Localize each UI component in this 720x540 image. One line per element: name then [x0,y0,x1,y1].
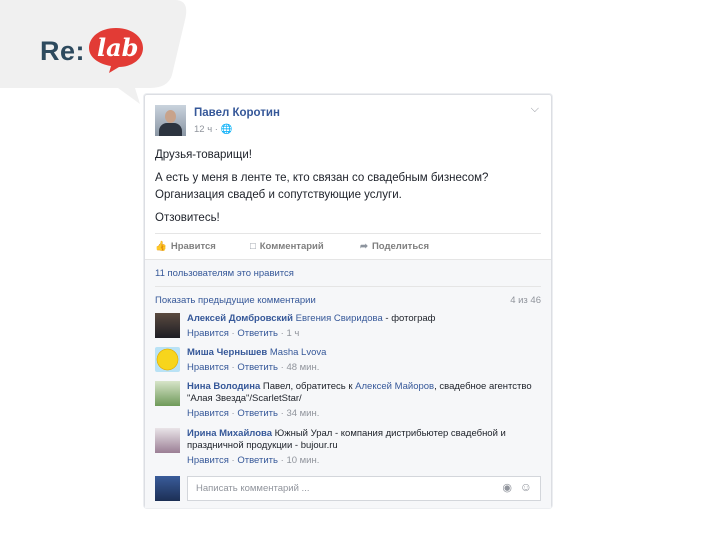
comment-like-link[interactable]: Нравится [187,328,229,339]
comment-time[interactable]: 1 ч [286,328,299,339]
comment-actions: Нравится · Ответить · 10 мин. [187,455,320,466]
comment-actions: Нравится · Ответить · 34 мин. [187,408,320,419]
divider [155,286,541,287]
write-comment-row: Написать комментарий ... ◉ ☺ [155,476,541,501]
comment-button[interactable]: □ Комментарий [250,241,324,252]
globe-icon: 🌐 [220,124,233,135]
avatar [155,476,180,501]
comments-section: 11 пользователям это нравится Показать п… [145,259,551,508]
comment-reply-link[interactable]: Ответить [237,328,278,339]
commenter-name[interactable]: Нина Володина [187,381,260,392]
commenter-name[interactable]: Алексей Домбровский [187,313,293,324]
comment-reply-link[interactable]: Ответить [237,408,278,419]
post-card: ⌵ Павел Коротин 12 ч · 🌐 Друзья-товарищи… [144,94,552,508]
comment-icon: □ [250,241,256,252]
share-button[interactable]: ➦ Поделиться [360,241,429,252]
comment-text: Миша Чернышев Masha Lvova Нравится · Отв… [187,347,539,374]
commenter-name[interactable]: Ирина Михайлова [187,428,272,439]
comment-actions: Нравится · Ответить · 1 ч [187,328,300,339]
comment-text: Алексей Домбровский Евгения Свиридова - … [187,313,539,340]
author-avatar[interactable] [155,105,186,136]
mention-link[interactable]: Masha Lvova [270,347,327,358]
comment-count: 4 из 46 [510,295,541,306]
post-line: А есть у меня в ленте те, кто связан со … [155,172,489,184]
mention-link[interactable]: Евгения Свиридова [296,313,383,324]
comment-like-link[interactable]: Нравится [187,408,229,419]
comment-actions: Нравится · Ответить · 48 мин. [187,362,320,373]
comment-input-placeholder: Написать комментарий ... [196,483,310,494]
comment-time[interactable]: 10 мин. [286,455,319,466]
post-meta: 12 ч · 🌐 [194,124,232,135]
avatar[interactable] [155,347,180,372]
avatar[interactable] [155,428,180,453]
comment-reply-link[interactable]: Ответить [237,455,278,466]
emoji-icon[interactable]: ☺ [520,480,532,494]
comment-text: Нина Володина Павел, обратитесь к Алексе… [187,381,539,420]
post-header: ⌵ Павел Коротин 12 ч · 🌐 Друзья-товарищи… [145,95,551,259]
like-button[interactable]: 👍 Нравится [155,241,216,252]
avatar[interactable] [155,381,180,406]
comment-time[interactable]: 34 мин. [286,408,319,419]
post-author[interactable]: Павел Коротин [194,107,280,119]
likes-summary-link[interactable]: 11 пользователям это нравится [155,268,294,279]
commenter-name[interactable]: Миша Чернышев [187,347,267,358]
comment-text: Ирина Михайлова Южный Урал - компания ди… [187,428,539,467]
comment-like-link[interactable]: Нравится [187,455,229,466]
post-line: Отзовитесь! [155,212,220,224]
logo-lab-badge: lab [87,26,145,74]
avatar[interactable] [155,313,180,338]
comment-time[interactable]: 48 мин. [286,362,319,373]
post-line: Друзья-товарищи! [155,149,252,161]
post-body: Друзья-товарищи! А есть у меня в ленте т… [155,147,535,233]
thumbs-up-icon: 👍 [155,241,167,252]
comment-like-link[interactable]: Нравится [187,362,229,373]
post-line: Организация свадеб и сопутствующие услуг… [155,189,402,201]
logo-re: Re: [40,36,86,66]
chevron-down-icon[interactable]: ⌵ [531,103,539,116]
logo-lab-text: lab [97,33,139,62]
comment-reply-link[interactable]: Ответить [237,362,278,373]
camera-icon[interactable]: ◉ [502,481,512,494]
share-icon: ➦ [360,241,368,252]
post-time[interactable]: 12 ч · [194,124,221,135]
comment-input[interactable]: Написать комментарий ... ◉ ☺ [187,476,541,501]
post-actions: 👍 Нравится □ Комментарий ➦ Поделиться [155,233,541,256]
mention-link[interactable]: Алексей Майоров [355,381,434,392]
show-previous-comments-link[interactable]: Показать предыдущие комментарии [155,295,316,306]
